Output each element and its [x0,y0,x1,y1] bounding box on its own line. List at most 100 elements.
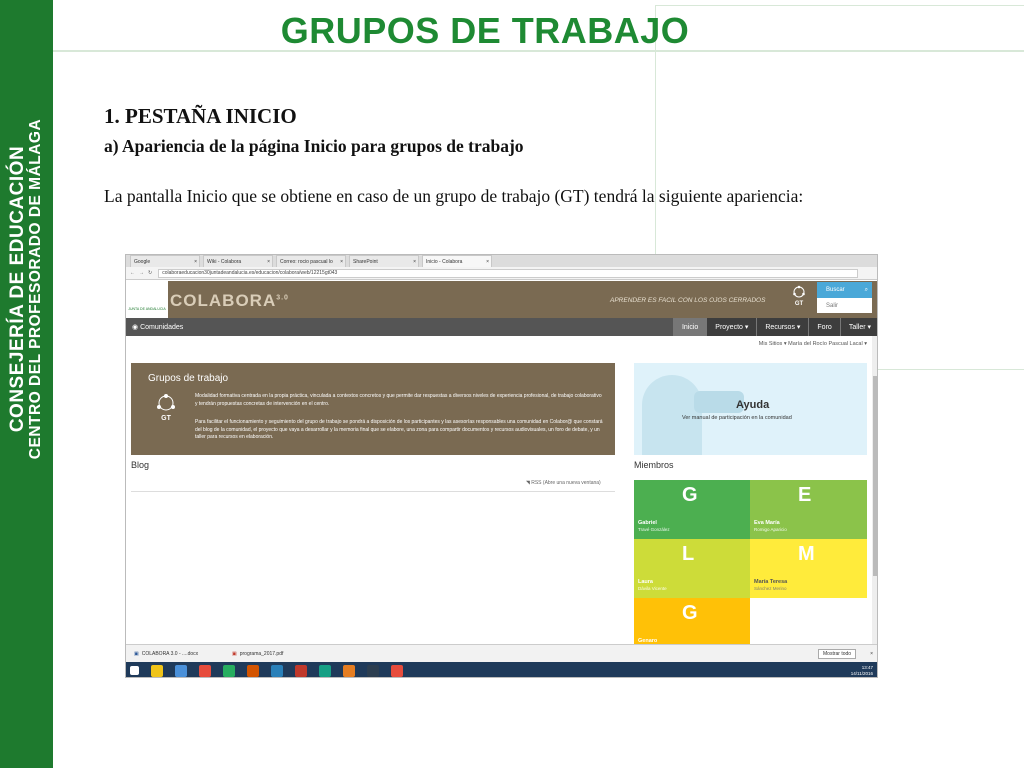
taskbar: 13:47 14/11/2016 [126,662,877,677]
tab-label: Wiki - Colabora [207,258,242,265]
communities-menu[interactable]: ◉ Comunidades [126,323,673,331]
close-icon[interactable]: × [413,259,416,265]
member-initial: L [682,543,695,565]
browser-tab[interactable]: SharePoint × [349,255,419,267]
clock-date: 14/11/2016 [850,670,873,676]
communities-label: Comunidades [140,324,184,331]
nav-item-proyecto[interactable]: Proyecto ▾ [706,318,757,336]
rss-link[interactable]: ◥ RSS (Abre una nueva ventana) [526,480,601,486]
globe-icon: ◉ [132,324,141,331]
taskbar-app-icon[interactable] [247,664,259,677]
nav-item-taller[interactable]: Taller ▾ [839,318,877,336]
close-icon[interactable]: × [194,259,197,265]
pdf-file-icon: ▣ [232,650,237,657]
embedded-screenshot: Google × Wiki - Colabora × Correo: rocio p… [125,254,878,678]
blog-title: Blog [131,460,150,470]
start-icon[interactable] [130,666,139,675]
close-icon[interactable]: × [340,259,343,265]
scrollbar-thumb[interactable] [873,376,877,576]
user-menu[interactable]: Mis Sitios ▾ María del Rocío Pascual Lac… [759,341,867,347]
close-icon[interactable]: × [267,259,270,265]
site-banner: JUNTA DE ANDALUCIA COLABORA3.0 APRENDER … [126,281,877,318]
member-surname: Romigo Aparicio [754,527,787,532]
taskbar-app-icon[interactable] [175,664,187,677]
search-icon: ⌕ [864,286,868,293]
brand-logo[interactable]: COLABORA3.0 [170,291,289,311]
member-name: Eva María [754,520,780,526]
browser-tab-active[interactable]: Inicio - Colabora × [422,255,492,267]
taskbar-clock[interactable]: 13:47 14/11/2016 [851,665,873,676]
member-surname: Dávila Vicente [638,586,667,591]
network-icon [157,394,175,411]
help-subtitle: Ver manual de participación en la comuni… [682,415,792,421]
member-name: Laura [638,579,653,585]
tab-label: Correo: rocio pascual lo [280,258,333,265]
member-initial: G [682,602,698,624]
taskbar-app-icon[interactable] [271,664,283,677]
junta-logo: JUNTA DE ANDALUCIA [126,281,168,318]
gt-badge: GT [788,285,810,313]
scrollbar[interactable] [872,336,877,644]
close-icon[interactable]: × [870,651,873,657]
taskbar-app-icon[interactable] [223,664,235,677]
gt-info-panel: Grupos de trabajo GT Modalidad formativa… [131,363,615,455]
network-icon [793,285,805,298]
brand-version: 3.0 [276,294,289,302]
sidebar-vertical-text: CONSEJERÍA DE EDUCACIÓN CENTRO DEL PROFE… [0,0,53,578]
browser-tab[interactable]: Correo: rocio pascual lo × [276,255,346,267]
blog-divider [131,491,615,492]
gt-badge-label: GT [794,301,804,307]
member-card[interactable]: L Laura Dávila Vicente [634,539,750,598]
taskbar-app-icon[interactable] [199,664,211,677]
downloads-bar: ▣ COLABORA 3.0 - ....docx ▣ programa_2017.… [126,644,877,662]
brand-name: COLABORA [170,291,277,310]
member-name: María Teresa [754,579,788,585]
member-initial: E [798,484,812,506]
forward-icon[interactable]: → [139,270,144,276]
download-label: COLABORA 3.0 - ....docx [141,650,199,657]
search-label: Buscar [826,287,845,293]
members-title: Miembros [634,460,674,470]
taskbar-app-icon[interactable] [151,664,163,677]
members-grid: G Gabriel Travé González E Eva María Rom… [634,480,867,657]
tab-label: Inicio - Colabora [426,258,463,265]
address-bar-row: ← → ↻ colaboraeducacion30juntadeandaluci… [126,267,877,280]
nav-item-recursos[interactable]: Recursos ▾ [756,318,809,336]
slide-title: GRUPOS DE TRABAJO [280,10,690,51]
section-paragraph: La pantalla Inicio que se obtiene en cas… [104,186,804,206]
reload-icon[interactable]: ↻ [148,270,152,276]
section-heading: 1. PESTAÑA INICIO [104,104,297,128]
member-name: Gabriel [638,520,657,526]
browser-tab[interactable]: Google × [130,255,200,267]
taskbar-app-icon[interactable] [367,664,379,677]
member-surname: Sánchez Merino [754,586,787,591]
member-card[interactable]: M María Teresa Sánchez Merino [750,539,867,598]
member-initial: G [682,484,698,506]
gt-panel-text-2: Para facilitar el funcionamiento y segui… [195,419,603,440]
url-input[interactable]: colaboraeducacion30juntadeandalucia.es/e… [158,268,859,278]
gt-panel-text-1: Modalidad formativa centrada en la propi… [195,393,602,407]
tab-label: Google [134,258,151,265]
download-item[interactable]: ▣ programa_2017.pdf [232,651,322,657]
search-button[interactable]: Buscar ⌕ [817,282,872,298]
member-surname: Travé González [638,527,670,532]
taskbar-app-icon[interactable] [391,664,403,677]
member-card[interactable]: G Gabriel Travé González [634,480,750,539]
taskbar-app-icon[interactable] [343,664,355,677]
taskbar-app-icon[interactable] [319,664,331,677]
nav-item-foro[interactable]: Foro [808,318,840,336]
sidebar-band: CONSEJERÍA DE EDUCACIÓN CENTRO DEL PROFE… [0,0,53,768]
exit-link[interactable]: Salir [817,298,872,313]
download-label: programa_2017.pdf [239,650,284,657]
close-icon[interactable]: × [486,259,489,265]
rss-label: RSS (Abre una nueva ventana) [531,480,601,486]
member-card[interactable]: E Eva María Romigo Aparicio [750,480,867,539]
nav-item-inicio[interactable]: Inicio [672,318,707,336]
help-panel[interactable]: Ayuda Ver manual de participación en la … [634,363,867,455]
word-file-icon: ▣ [134,650,139,657]
show-all-button[interactable]: Mostrar todo [818,648,857,659]
browser-tab[interactable]: Wiki - Colabora × [203,255,273,267]
back-icon[interactable]: ← [130,270,135,276]
download-item[interactable]: ▣ COLABORA 3.0 - ....docx [134,651,224,657]
taskbar-app-icon[interactable] [295,664,307,677]
